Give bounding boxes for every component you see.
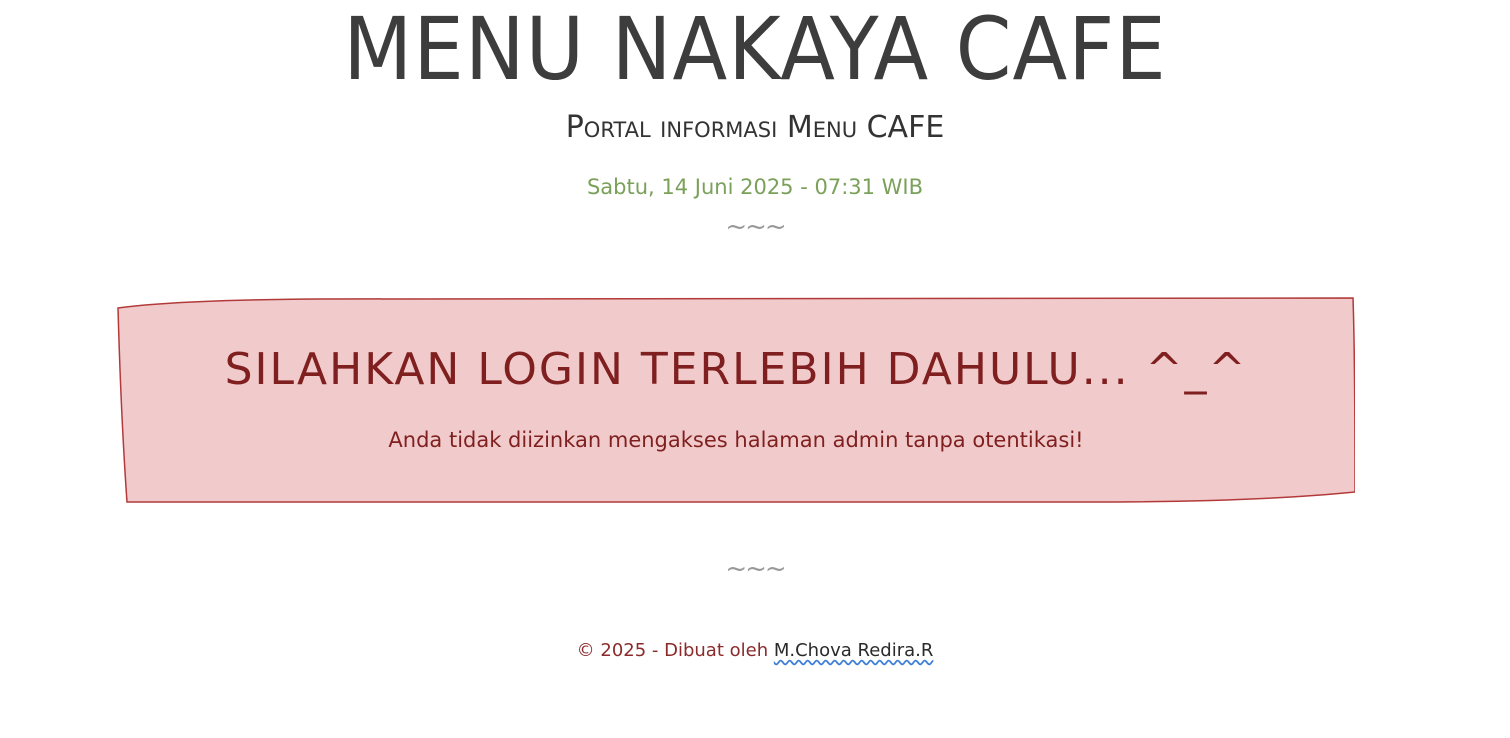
divider-bottom: ~~~: [725, 554, 786, 584]
footer: © 2025 - Dibuat oleh M.Chova Redira.R: [0, 636, 1510, 666]
login-required-alert: SILAHKAN LOGIN TERLEBIH DAHULU... ^_^ An…: [117, 297, 1355, 503]
alert-heading: SILAHKAN LOGIN TERLEBIH DAHULU... ^_^: [224, 344, 1248, 395]
alert-message: Anda tidak diizinkan mengakses halaman a…: [388, 428, 1084, 452]
page-subtitle: Portal informasi Menu CAFE: [565, 110, 945, 145]
page: MENU NAKAYA CAFE Portal informasi Menu C…: [0, 0, 1510, 738]
footer-copyright: © 2025 - Dibuat oleh: [576, 640, 774, 661]
divider-top: ~~~: [725, 212, 786, 242]
current-datetime: Sabtu, 14 Juni 2025 - 07:31 WIB: [586, 175, 924, 199]
page-title: MENU NAKAYA CAFE: [343, 0, 1167, 100]
author-link[interactable]: M.Chova Redira.R: [774, 640, 934, 661]
